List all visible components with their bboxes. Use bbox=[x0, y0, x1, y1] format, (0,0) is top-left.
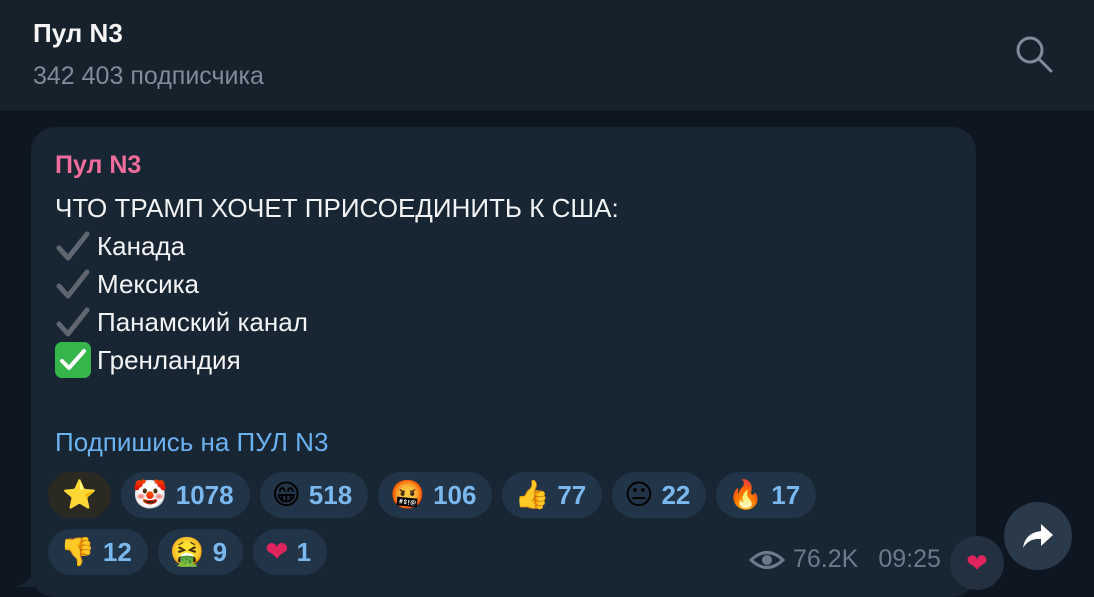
green-check-box-icon bbox=[55, 342, 91, 378]
message-heading: ЧТО ТРАМП ХОЧЕТ ПРИСОЕДИНИТЬ К США: bbox=[55, 192, 619, 223]
thumbs-up-icon: 👍 bbox=[514, 478, 550, 511]
thumbs-down-icon: 👎 bbox=[60, 535, 95, 568]
reaction-count: 17 bbox=[771, 479, 801, 510]
reaction-thumbs-down[interactable]: 👎 12 bbox=[48, 529, 148, 575]
subscriber-count: 342 403 подписчика bbox=[33, 62, 264, 90]
message-author[interactable]: Пул N3 bbox=[55, 151, 141, 180]
grey-checkmark-icon bbox=[55, 266, 91, 302]
reaction-count: 1 bbox=[296, 536, 312, 567]
message-bubble[interactable]: Пул N3 ЧТО ТРАМП ХОЧЕТ ПРИСОЕДИНИТЬ К СШ… bbox=[31, 127, 976, 597]
reaction-vomit[interactable]: 🤮 9 bbox=[157, 529, 244, 575]
list-item-label: Гренландия bbox=[97, 344, 241, 375]
reaction-count: 12 bbox=[102, 536, 132, 567]
reaction-count: 106 bbox=[433, 479, 477, 510]
reaction-heart[interactable]: ❤ 1 bbox=[253, 529, 328, 575]
chat-area[interactable]: Пул N3 ЧТО ТРАМП ХОЧЕТ ПРИСОЕДИНИТЬ К СШ… bbox=[0, 112, 1094, 597]
reaction-clown[interactable]: 🤡 1078 bbox=[120, 472, 250, 518]
reaction-grin[interactable]: 😁 518 bbox=[259, 472, 369, 518]
list-item: Мексика bbox=[55, 265, 935, 303]
message-text: ЧТО ТРАМП ХОЧЕТ ПРИСОЕДИНИТЬ К США: Кана… bbox=[55, 189, 935, 379]
cursing-face-icon: 🤬 bbox=[390, 478, 426, 511]
list-item-label: Канада bbox=[97, 230, 186, 261]
grey-checkmark-icon bbox=[55, 228, 91, 264]
share-button[interactable] bbox=[1004, 502, 1072, 570]
grey-checkmark-icon bbox=[55, 304, 91, 340]
reaction-count: 1078 bbox=[175, 479, 234, 510]
grin-icon: 😁 bbox=[271, 478, 301, 511]
list-item-label: Мексика bbox=[97, 268, 200, 299]
heart-icon: ❤ bbox=[265, 535, 289, 568]
list-item: Панамский канал bbox=[55, 303, 935, 341]
neutral-face-icon: 😐 bbox=[624, 478, 654, 511]
list-item-label: Панамский канал bbox=[97, 306, 308, 337]
search-button[interactable] bbox=[1014, 34, 1054, 74]
reaction-count: 77 bbox=[557, 479, 587, 510]
search-icon bbox=[1016, 36, 1053, 73]
subscribe-link[interactable]: Подпишись на ПУЛ N3 bbox=[55, 427, 328, 458]
channel-title[interactable]: Пул N3 bbox=[33, 18, 123, 49]
reaction-thumbs-up[interactable]: 👍 77 bbox=[502, 472, 603, 518]
view-count: 76.2K bbox=[793, 545, 859, 573]
reaction-count: 22 bbox=[661, 479, 691, 510]
reaction-fire[interactable]: 🔥 17 bbox=[716, 472, 817, 518]
message-meta: 76.2K 09:25 bbox=[749, 545, 941, 574]
list-item: Канада bbox=[55, 227, 935, 265]
reaction-cursing[interactable]: 🤬 106 bbox=[378, 472, 493, 518]
message-time: 09:25 bbox=[878, 545, 941, 573]
chat-header: Пул N3 342 403 подписчика bbox=[0, 0, 1094, 112]
reaction-count: 9 bbox=[212, 536, 228, 567]
reaction-count: 518 bbox=[308, 479, 353, 510]
vomit-face-icon: 🤮 bbox=[169, 535, 205, 568]
fire-icon: 🔥 bbox=[728, 478, 764, 511]
eye-icon bbox=[749, 550, 785, 569]
reaction-star[interactable]: ⭐ bbox=[48, 472, 111, 518]
reaction-neutral[interactable]: 😐 22 bbox=[612, 472, 707, 518]
share-arrow-icon bbox=[1023, 524, 1053, 548]
clown-icon: 🤡 bbox=[132, 478, 168, 511]
star-icon: ⭐ bbox=[62, 478, 97, 511]
heart-icon: ❤ bbox=[966, 547, 988, 578]
own-reaction-heart[interactable]: ❤ bbox=[950, 536, 1004, 590]
list-item: Гренландия bbox=[55, 341, 935, 379]
